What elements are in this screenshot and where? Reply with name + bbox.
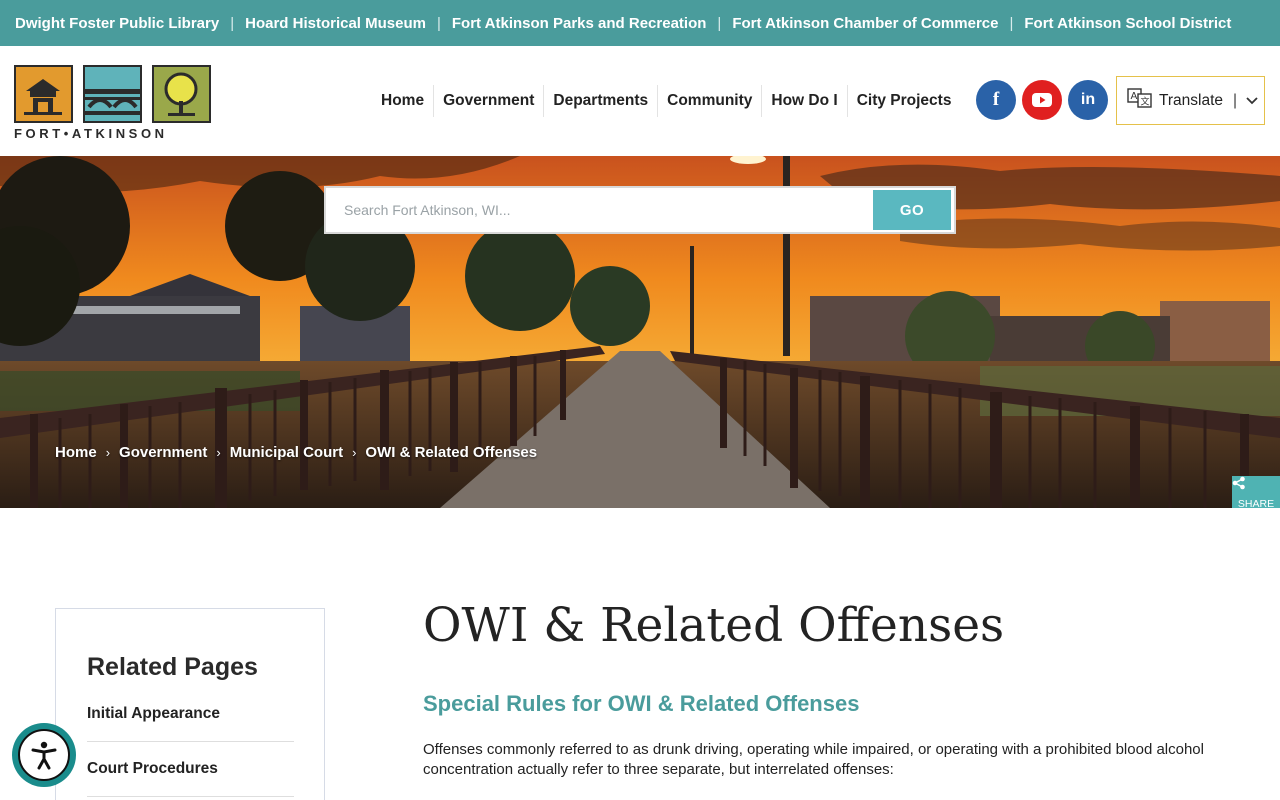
- main-navigation: Home Government Departments Community Ho…: [372, 82, 960, 120]
- youtube-icon[interactable]: [1022, 80, 1062, 120]
- related-pages-heading: Related Pages: [87, 653, 258, 681]
- translate-icon: A 文: [1127, 88, 1153, 113]
- divider: |: [1009, 14, 1014, 32]
- linkedin-icon[interactable]: in: [1068, 80, 1108, 120]
- breadcrumb: Home › Government › Municipal Court › OW…: [55, 444, 537, 461]
- search-input[interactable]: [326, 190, 873, 230]
- share-button[interactable]: SHARE: [1232, 476, 1280, 508]
- svg-text:A: A: [1131, 91, 1138, 102]
- search-go-button[interactable]: GO: [873, 190, 951, 230]
- breadcrumb-municipal-court[interactable]: Municipal Court: [230, 444, 343, 461]
- nav-city-projects[interactable]: City Projects: [846, 85, 961, 117]
- accessibility-button[interactable]: [12, 723, 76, 787]
- nav-how-do-i[interactable]: How Do I: [761, 85, 846, 117]
- chevron-right-icon: ›: [352, 445, 357, 460]
- page-title: OWI & Related Offenses: [423, 598, 1005, 653]
- partner-link-library[interactable]: Dwight Foster Public Library: [15, 15, 219, 32]
- facebook-icon[interactable]: f: [976, 80, 1016, 120]
- divider: |: [436, 14, 441, 32]
- site-search: GO: [324, 186, 956, 234]
- nav-government[interactable]: Government: [433, 85, 543, 117]
- chevron-right-icon: ›: [105, 445, 111, 460]
- partner-links-bar: Dwight Foster Public Library | Hoard His…: [0, 0, 1280, 46]
- share-label: SHARE: [1237, 498, 1275, 508]
- hero-banner: GO Home › Government › Municipal Court ›…: [0, 156, 1280, 508]
- logo-bridge-tile: [83, 65, 142, 123]
- chevron-right-icon: ›: [216, 445, 221, 460]
- partner-link-school-district[interactable]: Fort Atkinson School District: [1024, 15, 1231, 32]
- partner-link-museum[interactable]: Hoard Historical Museum: [245, 15, 426, 32]
- site-header: FORT•ATKINSON Home Government Department…: [0, 46, 1280, 156]
- intro-paragraph: Offenses commonly referred to as drunk d…: [423, 741, 1204, 778]
- partner-link-parks[interactable]: Fort Atkinson Parks and Recreation: [452, 15, 707, 32]
- related-link-court-procedures[interactable]: Court Procedures: [87, 760, 294, 797]
- translate-label: Translate: [1159, 91, 1224, 109]
- logo-tree-tile: [152, 65, 211, 123]
- share-icon: [1232, 476, 1280, 498]
- translate-dropdown[interactable]: A 文 Translate |: [1116, 76, 1265, 125]
- breadcrumb-current: OWI & Related Offenses: [365, 444, 538, 461]
- related-pages-panel: Related Pages Initial Appearance Court P…: [55, 608, 325, 800]
- related-link-initial-appearance[interactable]: Initial Appearance: [87, 705, 294, 742]
- divider: |: [717, 14, 722, 32]
- svg-text:文: 文: [1141, 96, 1150, 108]
- accessibility-icon: [18, 729, 70, 781]
- nav-home[interactable]: Home: [372, 85, 433, 117]
- divider: |: [230, 14, 235, 32]
- site-logo[interactable]: FORT•ATKINSON: [14, 65, 212, 143]
- breadcrumb-government[interactable]: Government: [119, 444, 207, 461]
- logo-wordmark: FORT•ATKINSON: [14, 126, 168, 141]
- nav-community[interactable]: Community: [657, 85, 761, 117]
- logo-house-tile: [14, 65, 73, 123]
- breadcrumb-home[interactable]: Home: [55, 444, 97, 461]
- nav-departments[interactable]: Departments: [543, 85, 657, 117]
- chevron-down-icon: [1246, 92, 1258, 110]
- partner-link-chamber[interactable]: Fort Atkinson Chamber of Commerce: [732, 15, 998, 32]
- divider: |: [1233, 91, 1238, 109]
- section-heading: Special Rules for OWI & Related Offenses: [423, 691, 860, 716]
